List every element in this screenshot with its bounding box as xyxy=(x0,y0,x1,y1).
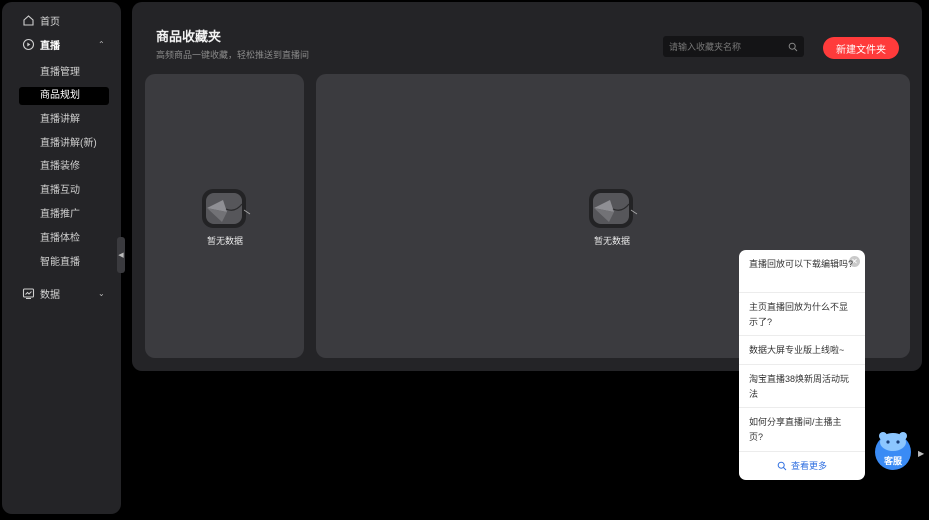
empty-box-icon xyxy=(589,189,638,228)
home-icon xyxy=(22,14,35,27)
search-input[interactable] xyxy=(669,41,788,52)
view-more-label: 查看更多 xyxy=(790,461,827,471)
caret-left-icon: ◀ xyxy=(118,252,124,259)
faq-item[interactable]: 如何分享直播间/主播主页? xyxy=(749,415,855,445)
nav-live-label: 直播 xyxy=(40,41,60,52)
page-subtitle: 高频商品一键收藏，轻松推送到直播间 xyxy=(156,50,310,60)
search-box[interactable] xyxy=(663,36,804,57)
empty-state: 暂无数据 xyxy=(581,184,643,247)
sidebar-item-smart-live[interactable]: 智能直播 xyxy=(19,254,109,272)
empty-state: 暂无数据 xyxy=(194,184,256,247)
chart-icon xyxy=(22,287,35,300)
sidebar-item-live-check[interactable]: 直播体检 xyxy=(19,230,109,248)
sidebar-item-live-promote[interactable]: 直播推广 xyxy=(19,206,109,224)
faq-item[interactable]: 淘宝直播38焕新周活动玩法 xyxy=(749,372,855,402)
divider xyxy=(739,364,865,365)
divider xyxy=(739,335,865,336)
chevron-up-icon: ⌃ xyxy=(98,40,105,49)
nav-data[interactable]: 数据 ⌄ xyxy=(22,286,105,301)
folder-panel: 暂无数据 xyxy=(145,74,304,358)
nav-home[interactable]: 首页 xyxy=(22,13,60,28)
nav-live[interactable]: 直播 ⌃ xyxy=(22,37,105,52)
nav-home-label: 首页 xyxy=(40,17,60,28)
divider xyxy=(739,407,865,408)
nav-data-label: 数据 xyxy=(40,290,60,301)
customer-service-button[interactable]: 客服 xyxy=(874,430,912,470)
chevron-down-icon: ⌄ xyxy=(98,289,105,298)
divider xyxy=(739,451,865,452)
empty-text: 暂无数据 xyxy=(206,236,243,246)
view-more-link[interactable]: 查看更多 xyxy=(739,459,865,472)
faq-item[interactable]: 主页直播回放为什么不显示了? xyxy=(749,300,855,330)
divider xyxy=(739,292,865,293)
customer-service-label: 客服 xyxy=(883,456,902,466)
empty-text: 暂无数据 xyxy=(593,236,630,246)
sidebar-collapse-handle[interactable]: ◀ xyxy=(117,237,125,273)
sidebar: 首页 直播 ⌃ 直播管理 商品规划 直播讲解 直播讲解(新) 直播装修 直播互动… xyxy=(2,2,121,514)
search-icon xyxy=(777,461,787,470)
new-folder-button[interactable]: 新建文件夹 xyxy=(823,37,899,59)
sidebar-item-live-interact[interactable]: 直播互动 xyxy=(19,182,109,200)
sidebar-item-product-plan[interactable]: 商品规划 xyxy=(19,87,109,105)
search-icon[interactable] xyxy=(788,42,798,52)
sidebar-item-live-manage[interactable]: 直播管理 xyxy=(19,64,109,82)
caret-right-icon[interactable]: ▶ xyxy=(918,449,924,458)
play-circle-icon xyxy=(22,38,35,51)
sidebar-item-live-explain-new[interactable]: 直播讲解(新) xyxy=(19,135,109,153)
empty-box-icon xyxy=(202,189,251,228)
faq-item[interactable]: 直播回放可以下载编辑吗? xyxy=(749,257,855,272)
sidebar-item-live-explain[interactable]: 直播讲解 xyxy=(19,111,109,129)
faq-item[interactable]: 数据大屏专业版上线啦~ xyxy=(749,343,855,358)
sidebar-item-live-decor[interactable]: 直播装修 xyxy=(19,158,109,176)
page-title: 商品收藏夹 xyxy=(156,29,222,44)
faq-popup: ✕ 直播回放可以下载编辑吗? 主页直播回放为什么不显示了? 数据大屏专业版上线啦… xyxy=(739,250,865,480)
